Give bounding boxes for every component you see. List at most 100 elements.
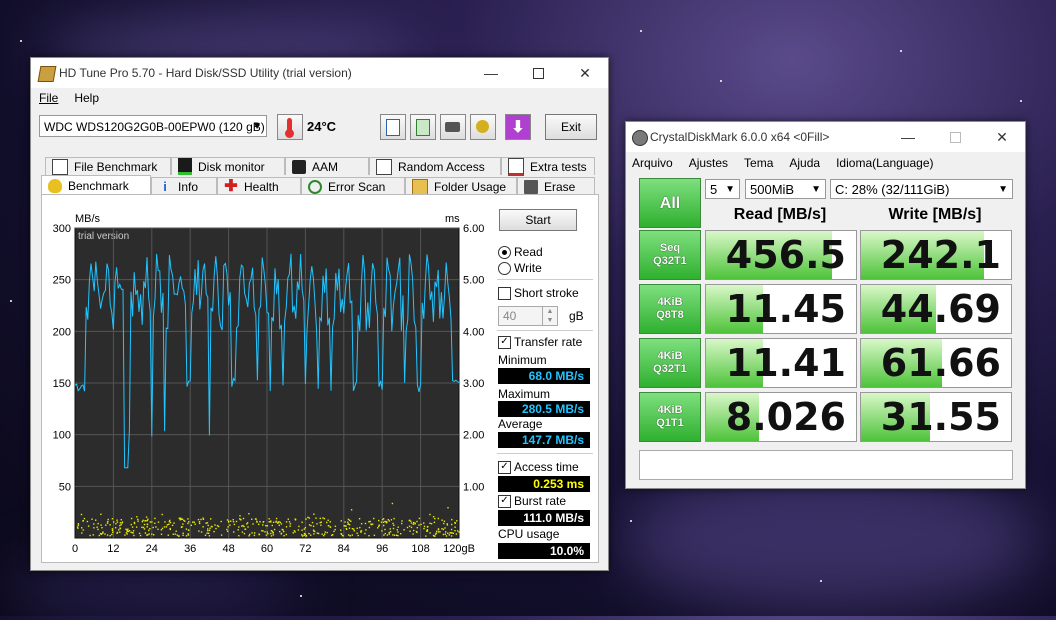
options-button[interactable] — [470, 114, 496, 140]
temperature-button[interactable] — [277, 114, 303, 140]
monitor-icon — [178, 158, 192, 175]
access-time-point — [143, 528, 146, 530]
access-time-point — [200, 518, 202, 521]
test-button[interactable]: 4KiB Q32T1 — [639, 338, 701, 388]
write-value: 242.1 — [880, 233, 1001, 277]
y-right-tick-label: 5.00 — [463, 275, 484, 287]
options-icon — [476, 120, 489, 133]
star — [720, 80, 722, 82]
access-time-point — [238, 526, 240, 528]
access-time-point — [119, 522, 122, 524]
tab-benchmark[interactable]: Benchmark — [41, 175, 151, 195]
access-time-point — [172, 533, 174, 535]
burst-rate-checkbox[interactable]: ✓ — [498, 495, 511, 508]
access-time-point — [289, 523, 292, 525]
access-time-point — [388, 531, 390, 534]
tab-error-scan[interactable]: Error Scan — [301, 177, 405, 195]
copy-text-button[interactable] — [380, 114, 406, 140]
tab-file-benchmark[interactable]: File Benchmark — [45, 157, 171, 175]
access-time-point — [373, 534, 376, 536]
write-radio[interactable] — [498, 262, 511, 275]
cdm-close-button[interactable]: ✕ — [979, 122, 1025, 152]
hdtune-app-icon — [37, 66, 57, 82]
write-result: 31.55 — [860, 392, 1012, 442]
y-left-unit: MB/s — [75, 213, 101, 225]
x-tick-label: 72 — [299, 543, 311, 555]
maximize-button[interactable] — [515, 58, 561, 88]
read-result: 8.026 — [705, 392, 857, 442]
save-button[interactable]: ⬇ — [505, 114, 531, 140]
tab-folder-usage[interactable]: Folder Usage — [405, 177, 517, 195]
maximum-value: 280.5 MB/s — [498, 401, 590, 417]
tab-erase[interactable]: Erase — [517, 177, 595, 195]
access-time-point — [104, 533, 106, 535]
drive-select[interactable]: WDC WDS120G2G0B-00EPW0 (120 gB) ▼ — [39, 115, 267, 137]
menu-ajustes[interactable]: Ajustes — [689, 156, 728, 170]
menu-idioma[interactable]: Idioma(Language) — [836, 156, 933, 170]
cdm-maximize-button[interactable] — [932, 122, 978, 152]
access-time-point — [334, 528, 336, 531]
access-time-checkbox[interactable]: ✓ — [498, 461, 511, 474]
access-time-point — [450, 535, 453, 537]
copy-image-button[interactable] — [410, 114, 436, 140]
access-time-point — [89, 534, 91, 537]
copy-icon — [386, 119, 400, 136]
exit-button[interactable]: Exit — [545, 114, 597, 140]
tab-label: Extra tests — [530, 159, 587, 174]
size-select[interactable]: 500MiB ▼ — [745, 179, 826, 199]
tab-disk-monitor[interactable]: Disk monitor — [171, 157, 285, 175]
menu-help[interactable]: Help — [74, 91, 99, 105]
menu-tema[interactable]: Tema — [744, 156, 773, 170]
short-stroke-checkbox[interactable] — [498, 287, 511, 300]
access-time-point — [360, 523, 363, 525]
access-time-point — [171, 524, 174, 527]
maximum-label: Maximum — [498, 387, 551, 401]
access-time-point — [303, 532, 306, 535]
access-time-point — [452, 532, 454, 534]
spinner-arrows-icon[interactable]: ▲ ▼ — [542, 307, 557, 325]
count-select[interactable]: 5 ▼ — [705, 179, 740, 199]
menu-file[interactable]: File — [39, 91, 58, 105]
short-stroke-spinner[interactable]: 40 ▲ ▼ — [498, 306, 558, 326]
tab-random-access[interactable]: Random Access — [369, 157, 501, 175]
test-button[interactable]: 4KiB Q1T1 — [639, 392, 701, 442]
drive-select[interactable]: C: 28% (32/111GiB) ▼ — [830, 179, 1013, 199]
access-time-point — [142, 519, 144, 522]
x-tick-label: 48 — [222, 543, 234, 555]
tab-health[interactable]: ✚ Health — [217, 177, 301, 195]
test-button[interactable]: Seq Q32T1 — [639, 230, 701, 280]
access-time-point — [180, 517, 182, 519]
access-time-point — [187, 522, 189, 525]
chevron-down-icon: ▼ — [252, 121, 262, 132]
minimize-button[interactable]: — — [468, 58, 514, 88]
cdm-titlebar[interactable]: CrystalDiskMark 6.0.0 x64 <0Fill> — ✕ — [626, 122, 1025, 152]
menu-ajuda[interactable]: Ajuda — [789, 156, 820, 170]
access-time-point — [272, 532, 274, 534]
access-time-point — [209, 527, 211, 529]
access-time-point — [391, 502, 394, 505]
screenshot-button[interactable] — [440, 114, 466, 140]
access-time-point — [173, 522, 175, 524]
transfer-rate-checkbox[interactable]: ✓ — [498, 336, 511, 349]
all-button[interactable]: All — [639, 178, 701, 228]
close-button[interactable]: ✕ — [562, 58, 608, 88]
tab-info[interactable]: i Info — [151, 177, 217, 195]
test-button[interactable]: 4KiB Q8T8 — [639, 284, 701, 334]
cpu-usage-label: CPU usage — [498, 527, 560, 541]
access-time-point — [248, 535, 250, 537]
access-time-point — [210, 525, 213, 528]
tab-aam[interactable]: AAM — [285, 157, 369, 175]
comment-field[interactable] — [639, 450, 1013, 480]
start-button[interactable]: Start — [499, 209, 577, 231]
access-time-point — [125, 528, 127, 530]
read-radio[interactable] — [498, 246, 511, 259]
tab-extra-tests[interactable]: Extra tests — [501, 157, 595, 176]
menu-arquivo[interactable]: Arquivo — [632, 156, 673, 170]
hdtune-titlebar[interactable]: HD Tune Pro 5.70 - Hard Disk/SSD Utility… — [31, 58, 608, 88]
x-tick-label: 36 — [184, 543, 196, 555]
access-time-point — [397, 534, 399, 537]
access-time-point — [113, 521, 115, 523]
cdm-minimize-button[interactable]: — — [885, 122, 931, 152]
access-time-point — [418, 524, 420, 526]
access-time-point — [137, 518, 139, 521]
